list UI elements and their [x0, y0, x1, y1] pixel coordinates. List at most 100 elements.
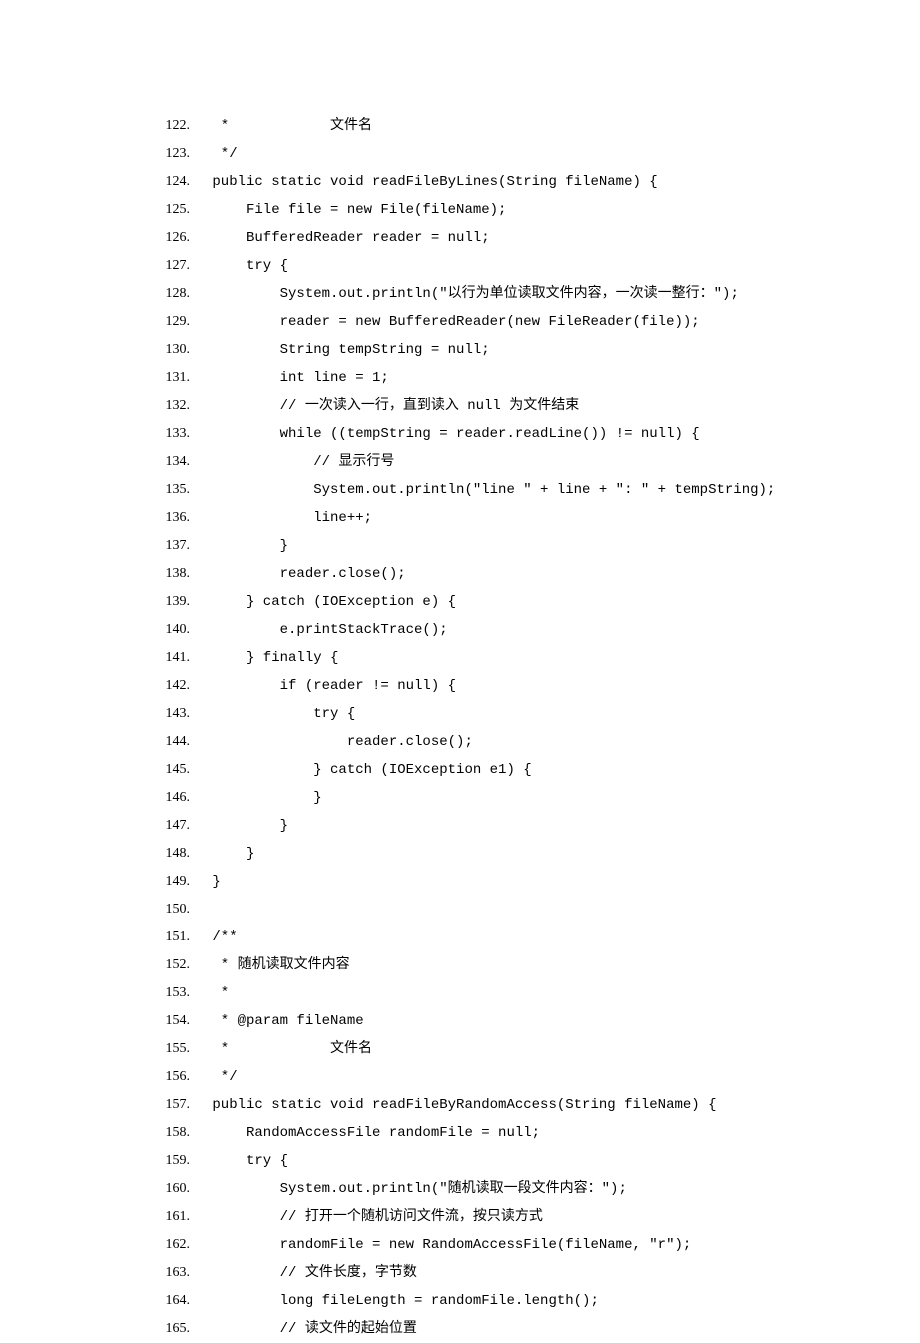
line-number: 145.	[140, 756, 190, 783]
line-number: 143.	[140, 700, 190, 727]
code-line: 127. try {	[0, 252, 920, 280]
line-number: 148.	[140, 840, 190, 867]
line-number: 159.	[140, 1147, 190, 1174]
code-text: // 打开一个随机访问文件流，按只读方式	[204, 1204, 543, 1231]
code-line: 145. } catch (IOException e1) {	[0, 756, 920, 784]
code-text: */	[204, 141, 238, 168]
line-number: 165.	[140, 1315, 190, 1342]
code-listing-page: 122. * 文件名123. */124. public static void…	[0, 0, 920, 1343]
code-line: 143. try {	[0, 700, 920, 728]
code-line: 124. public static void readFileByLines(…	[0, 168, 920, 196]
code-text: BufferedReader reader = null;	[204, 225, 490, 252]
code-line: 123. */	[0, 140, 920, 168]
line-number: 123.	[140, 140, 190, 167]
code-line: 158. RandomAccessFile randomFile = null;	[0, 1119, 920, 1147]
code-line: 136. line++;	[0, 504, 920, 532]
line-number: 142.	[140, 672, 190, 699]
line-number: 157.	[140, 1091, 190, 1118]
code-text: System.out.println("随机读取一段文件内容：");	[204, 1176, 627, 1203]
line-number: 144.	[140, 728, 190, 755]
code-text: *	[204, 980, 229, 1007]
code-text: */	[204, 1064, 238, 1091]
code-line: 142. if (reader != null) {	[0, 672, 920, 700]
line-number: 126.	[140, 224, 190, 251]
line-number: 146.	[140, 784, 190, 811]
code-line: 125. File file = new File(fileName);	[0, 196, 920, 224]
line-number: 136.	[140, 504, 190, 531]
line-number: 152.	[140, 951, 190, 978]
code-text: * 随机读取文件内容	[204, 952, 350, 979]
code-line: 134. // 显示行号	[0, 448, 920, 476]
code-line: 141. } finally {	[0, 644, 920, 672]
code-text: * 文件名	[204, 1036, 372, 1063]
code-text: RandomAccessFile randomFile = null;	[204, 1120, 540, 1147]
code-text: }	[204, 533, 288, 560]
line-number: 131.	[140, 364, 190, 391]
line-number: 127.	[140, 252, 190, 279]
code-line: 129. reader = new BufferedReader(new Fil…	[0, 308, 920, 336]
line-number: 147.	[140, 812, 190, 839]
code-line: 150.	[0, 896, 920, 923]
code-line: 128. System.out.println("以行为单位读取文件内容，一次读…	[0, 280, 920, 308]
code-text: // 文件长度，字节数	[204, 1260, 417, 1287]
code-line: 132. // 一次读入一行，直到读入 null 为文件结束	[0, 392, 920, 420]
code-text: }	[204, 869, 221, 896]
line-number: 154.	[140, 1007, 190, 1034]
line-number: 155.	[140, 1035, 190, 1062]
line-number: 124.	[140, 168, 190, 195]
code-line: 131. int line = 1;	[0, 364, 920, 392]
code-line: 163. // 文件长度，字节数	[0, 1259, 920, 1287]
line-number: 156.	[140, 1063, 190, 1090]
code-line: 161. // 打开一个随机访问文件流，按只读方式	[0, 1203, 920, 1231]
code-text: }	[204, 813, 288, 840]
code-line: 151. /**	[0, 923, 920, 951]
code-text: } catch (IOException e1) {	[204, 757, 532, 784]
code-line: 157. public static void readFileByRandom…	[0, 1091, 920, 1119]
line-number: 163.	[140, 1259, 190, 1286]
line-number: 158.	[140, 1119, 190, 1146]
line-number: 137.	[140, 532, 190, 559]
line-number: 133.	[140, 420, 190, 447]
code-line: 159. try {	[0, 1147, 920, 1175]
code-line: 126. BufferedReader reader = null;	[0, 224, 920, 252]
code-text: try {	[204, 701, 355, 728]
code-text: } finally {	[204, 645, 338, 672]
code-text: String tempString = null;	[204, 337, 490, 364]
code-text: * 文件名	[204, 113, 372, 140]
code-text: System.out.println("line " + line + ": "…	[204, 477, 775, 504]
code-line: 135. System.out.println("line " + line +…	[0, 476, 920, 504]
code-line: 152. * 随机读取文件内容	[0, 951, 920, 979]
code-text: // 一次读入一行，直到读入 null 为文件结束	[204, 393, 579, 420]
line-number: 160.	[140, 1175, 190, 1202]
code-text: System.out.println("以行为单位读取文件内容，一次读一整行："…	[204, 281, 739, 308]
code-text: /**	[204, 924, 238, 951]
code-text: }	[204, 785, 322, 812]
code-line: 144. reader.close();	[0, 728, 920, 756]
code-text: * @param fileName	[204, 1008, 364, 1035]
line-number: 164.	[140, 1287, 190, 1314]
code-text: // 读文件的起始位置	[204, 1316, 417, 1343]
code-line: 149. }	[0, 868, 920, 896]
code-line: 164. long fileLength = randomFile.length…	[0, 1287, 920, 1315]
code-text: public static void readFileByLines(Strin…	[204, 169, 658, 196]
code-line: 140. e.printStackTrace();	[0, 616, 920, 644]
line-number: 138.	[140, 560, 190, 587]
code-line: 162. randomFile = new RandomAccessFile(f…	[0, 1231, 920, 1259]
code-line: 138. reader.close();	[0, 560, 920, 588]
code-text: public static void readFileByRandomAcces…	[204, 1092, 716, 1119]
code-text: } catch (IOException e) {	[204, 589, 456, 616]
code-line: 133. while ((tempString = reader.readLin…	[0, 420, 920, 448]
line-number: 132.	[140, 392, 190, 419]
line-number: 141.	[140, 644, 190, 671]
code-line: 139. } catch (IOException e) {	[0, 588, 920, 616]
code-text: reader = new BufferedReader(new FileRead…	[204, 309, 700, 336]
code-text: e.printStackTrace();	[204, 617, 448, 644]
line-number: 151.	[140, 923, 190, 950]
code-text: File file = new File(fileName);	[204, 197, 506, 224]
code-line: 148. }	[0, 840, 920, 868]
line-number: 122.	[140, 112, 190, 139]
code-line: 155. * 文件名	[0, 1035, 920, 1063]
code-line: 146. }	[0, 784, 920, 812]
code-line: 122. * 文件名	[0, 112, 920, 140]
line-number: 130.	[140, 336, 190, 363]
